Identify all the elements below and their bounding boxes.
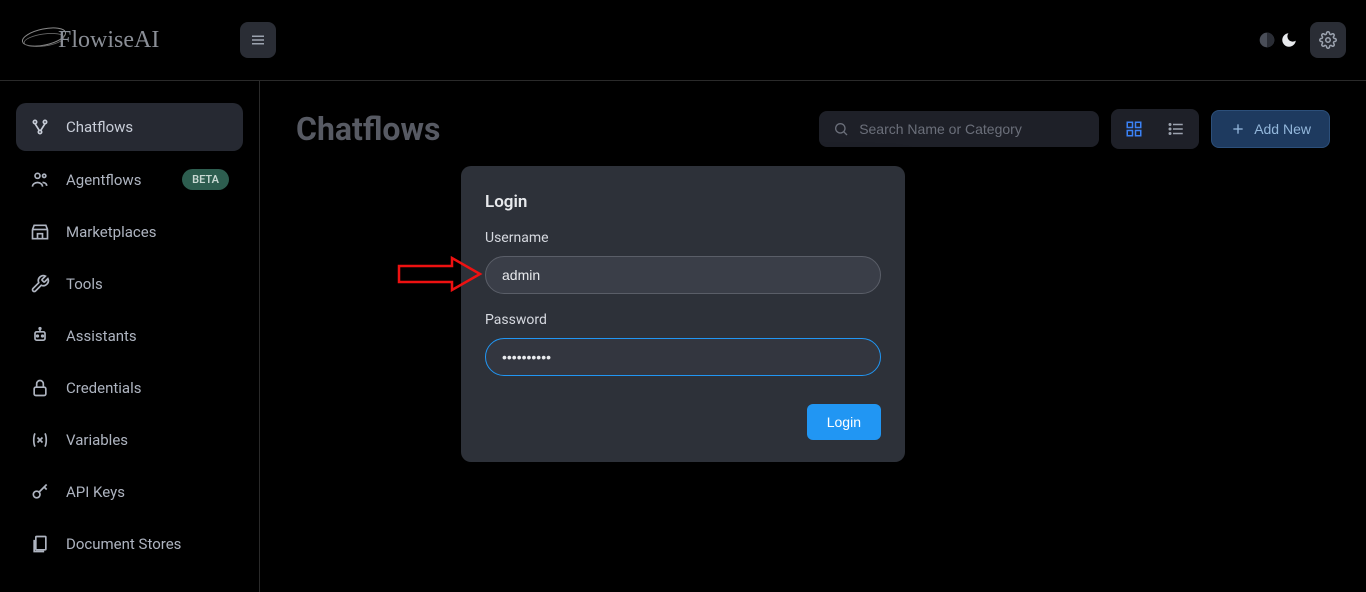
gear-icon [1319,31,1337,49]
header: FlowiseAI [0,0,1366,81]
header-left: FlowiseAI [20,10,276,70]
sidebar-item-label: Chatflows [66,118,133,136]
sidebar-item-variables[interactable]: Variables [16,416,243,464]
sidebar-item-label: Tools [66,275,103,293]
key-icon [30,482,50,502]
sidebar-item-marketplaces[interactable]: Marketplaces [16,208,243,256]
theme-toggle[interactable] [1256,29,1298,51]
password-label: Password [485,312,881,328]
grid-icon [1125,120,1143,138]
wrench-icon [30,274,50,294]
arrow-annotation-icon [394,254,484,294]
sidebar-item-chatflows[interactable]: Chatflows [16,103,243,151]
variables-icon [30,430,50,450]
search-icon [833,121,849,137]
content-header: Chatflows [296,109,1330,149]
username-label: Username [485,230,881,246]
sidebar-item-documentstores[interactable]: Document Stores [16,520,243,568]
page-title: Chatflows [296,110,440,148]
sidebar-item-label: Agentflows [66,171,141,189]
username-input[interactable] [485,256,881,294]
lock-icon [30,378,50,398]
login-button[interactable]: Login [807,404,881,440]
add-new-button[interactable]: Add New [1211,110,1330,148]
sidebar-item-label: Marketplaces [66,223,156,241]
view-toggle [1111,109,1199,149]
sidebar-item-label: Document Stores [66,535,181,553]
sidebar-item-assistants[interactable]: Assistants [16,312,243,360]
logo[interactable]: FlowiseAI [20,10,220,70]
list-icon [1167,120,1185,138]
search-box[interactable] [819,111,1099,147]
plus-icon [1230,121,1246,137]
list-view-button[interactable] [1157,113,1195,145]
moon-icon [1280,31,1298,49]
sidebar: Chatflows Agentflows BETA Marketplaces T… [0,81,260,592]
modal-footer: Login [485,404,881,440]
sidebar-item-label: Assistants [66,327,137,345]
store-icon [30,222,50,242]
beta-badge: BETA [182,169,229,190]
add-button-label: Add New [1254,121,1311,137]
hamburger-menu-button[interactable] [240,22,276,58]
grid-view-button[interactable] [1115,113,1153,145]
settings-button[interactable] [1310,22,1346,58]
password-input[interactable] [485,338,881,376]
sidebar-item-label: API Keys [66,483,125,501]
moon-half-icon [1256,29,1278,51]
documents-icon [30,534,50,554]
search-input[interactable] [859,121,1085,137]
sidebar-item-label: Credentials [66,379,141,397]
sidebar-item-tools[interactable]: Tools [16,260,243,308]
agents-icon [30,170,50,190]
workflow-icon [30,117,50,137]
content-actions: Add New [819,109,1330,149]
hamburger-icon [249,31,267,49]
sidebar-item-agentflows[interactable]: Agentflows BETA [16,155,243,204]
flowise-logo-icon: FlowiseAI [20,15,220,65]
svg-text:FlowiseAI: FlowiseAI [58,27,159,53]
modal-title: Login [485,192,881,212]
header-right [1256,22,1346,58]
sidebar-item-label: Variables [66,431,128,449]
sidebar-item-credentials[interactable]: Credentials [16,364,243,412]
assistant-icon [30,326,50,346]
login-modal: Login Username Password Login [461,166,905,462]
sidebar-item-apikeys[interactable]: API Keys [16,468,243,516]
